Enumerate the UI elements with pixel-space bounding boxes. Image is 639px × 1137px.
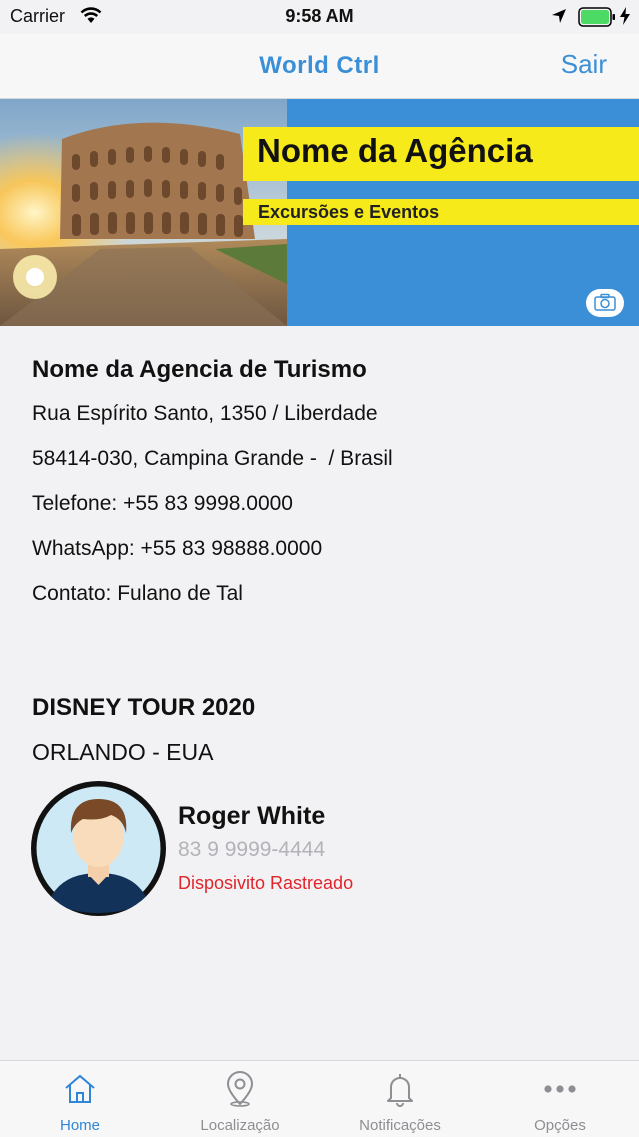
tab-bar: Home Localização Notificações Opções: [0, 1060, 639, 1137]
banner-subtitle: Excursões e Eventos: [258, 202, 440, 222]
charging-bolt-icon: [620, 7, 630, 25]
battery-icon: [578, 7, 615, 27]
bell-icon: [387, 1074, 413, 1107]
banner-agency-name: Nome da Agência: [257, 132, 533, 169]
navigation-bar: World Ctrl Sair: [0, 34, 639, 99]
tab-notifications-label: Notificações: [359, 1117, 441, 1134]
more-dots-icon: [544, 1085, 576, 1093]
agency-address: Rua Espírito Santo, 1350 / Liberdade: [32, 402, 378, 425]
location-arrow-icon: [552, 9, 566, 23]
agency-banner: Nome da Agência Excursões e Eventos: [0, 99, 639, 326]
agency-contact: Contato: Fulano de Tal: [32, 582, 243, 605]
tab-home[interactable]: Home: [0, 1061, 160, 1137]
agency-city-line: 58414-030, Campina Grande - / Brasil: [32, 447, 393, 470]
home-icon: [65, 1074, 95, 1103]
tracking-status: Disposivito Rastreado: [178, 873, 354, 893]
logout-button[interactable]: Sair: [561, 49, 607, 80]
tab-notifications[interactable]: Notificações: [320, 1061, 480, 1137]
user-avatar-icon: [36, 786, 161, 913]
agency-phone[interactable]: Telefone: +55 83 9998.0000: [32, 492, 293, 516]
app-logo: World Ctrl: [259, 52, 380, 79]
tab-options[interactable]: Opções: [480, 1061, 639, 1137]
tour-title: DISNEY TOUR 2020: [32, 694, 256, 721]
tab-location-label: Localização: [200, 1117, 280, 1134]
tour-destination: ORLANDO - EUA: [32, 739, 214, 765]
tab-home-label: Home: [59, 1117, 100, 1134]
camera-icon: [594, 293, 616, 311]
clock: 9:58 AM: [285, 6, 354, 26]
location-pin-icon: [226, 1071, 254, 1107]
agency-subtitle-strip: Excursões e Eventos: [243, 199, 639, 225]
avatar[interactable]: [31, 781, 166, 916]
tab-location[interactable]: Localização: [160, 1061, 320, 1137]
agency-whatsapp[interactable]: WhatsApp: +55 83 98888.0000: [32, 537, 322, 561]
tab-options-label: Opções: [534, 1117, 586, 1134]
camera-button[interactable]: [586, 289, 624, 317]
traveler-phone: 83 9 9999-4444: [178, 838, 326, 861]
agency-name-strip: Nome da Agência: [243, 127, 639, 181]
traveler-name: Roger White: [178, 802, 326, 830]
agency-name: Nome da Agencia de Turismo: [32, 356, 367, 383]
status-bar: Carrier 9:58 AM: [0, 0, 639, 34]
